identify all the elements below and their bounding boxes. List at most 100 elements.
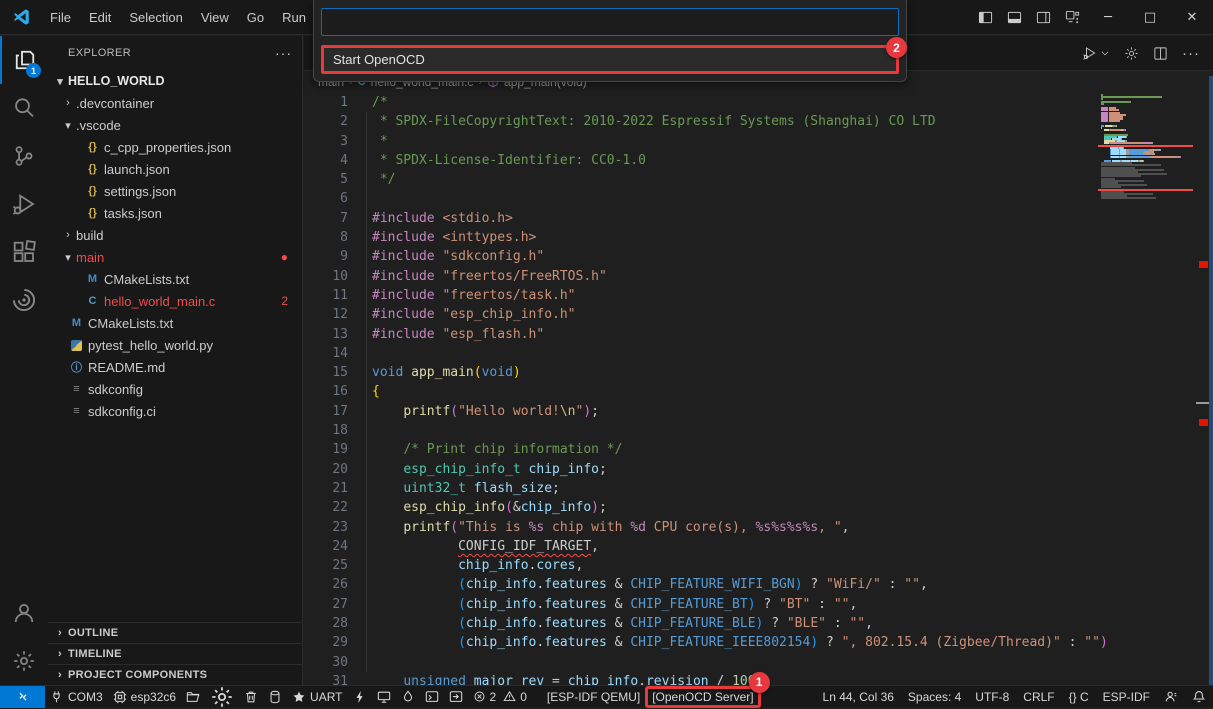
statusbar-build-flash-monitor[interactable] <box>396 686 420 708</box>
statusbar-serial-port[interactable]: COM3 <box>45 686 108 708</box>
code-line-7: 7#include <stdio.h> <box>304 209 1213 228</box>
toggle-primary-sidebar-icon[interactable] <box>971 5 1000 30</box>
statusbar-language-mode[interactable]: {} C <box>1062 686 1096 708</box>
section-outline[interactable]: ›OUTLINE <box>48 622 302 643</box>
tree-item-build[interactable]: ›build <box>48 224 302 246</box>
line-number: 6 <box>304 189 348 208</box>
json-file-icon: {} <box>84 163 101 175</box>
statusbar-eol-sequence[interactable]: CRLF <box>1016 686 1061 708</box>
statusbar-idf-terminal[interactable] <box>420 686 444 708</box>
code-line-16: 16{ <box>304 382 1213 401</box>
activity-accounts[interactable] <box>0 589 48 637</box>
statusbar-project-folder[interactable] <box>181 686 205 708</box>
tree-item-settings.json[interactable]: {}settings.json <box>48 180 302 202</box>
remote-indicator[interactable] <box>0 686 45 708</box>
tree-item-sdkconfig.ci[interactable]: ≡sdkconfig.ci <box>48 400 302 422</box>
activity-search[interactable] <box>0 84 48 132</box>
close-button[interactable]: ✕ <box>1171 0 1213 34</box>
code-line-18: 18 <box>304 421 1213 440</box>
warning-icon <box>503 690 516 703</box>
problems-indicator[interactable]: 20 <box>468 686 532 708</box>
config-file-icon: ≡ <box>68 383 85 395</box>
customize-layout-icon[interactable] <box>1058 5 1087 30</box>
line-number: 25 <box>304 556 348 575</box>
code-line-8: 8#include <inttypes.h> <box>304 228 1213 247</box>
menu-bar: FileEditSelectionViewGoRun <box>41 6 315 29</box>
toggle-secondary-sidebar-icon[interactable] <box>1029 5 1058 30</box>
activity-espressif-idf[interactable] <box>0 276 48 324</box>
tree-item-label: tasks.json <box>104 206 162 221</box>
maximize-button[interactable]: □ <box>1129 0 1171 34</box>
split-editor-icon[interactable] <box>1148 42 1173 65</box>
statusbar-flash[interactable] <box>348 686 372 708</box>
statusbar-erase-flash[interactable] <box>263 686 287 708</box>
activity-extensions[interactable] <box>0 228 48 276</box>
json-file-icon: {} <box>84 141 101 153</box>
tree-item-hello_world_main.c[interactable]: Chello_world_main.c2 <box>48 290 302 312</box>
tree-item-pytest_hello_world.py[interactable]: pytest_hello_world.py <box>48 334 302 356</box>
line-number: 14 <box>304 344 348 363</box>
code-line-23: 23 printf("This is %s chip with %d CPU c… <box>304 518 1213 537</box>
run-or-debug-button[interactable] <box>1077 41 1115 65</box>
status-bar: COM3esp32c6 UART 20 [ESP-IDF QEMU] [OpenO… <box>0 685 1213 707</box>
statusbar-sdk-configuration[interactable] <box>205 686 239 708</box>
tree-item-c_cpp_properties.json[interactable]: {}c_cpp_properties.json <box>48 136 302 158</box>
code-viewport[interactable]: 1/*2 * SPDX-FileCopyrightText: 2010-2022… <box>304 93 1213 685</box>
activity-explorer[interactable]: 1 <box>0 36 48 84</box>
statusbar-cursor-position[interactable]: Ln 44, Col 36 <box>816 686 901 708</box>
tree-item-README.md[interactable]: ⓘREADME.md <box>48 356 302 378</box>
tree-item-label: .vscode <box>76 118 121 133</box>
activity-run-and-debug[interactable] <box>0 180 48 228</box>
statusbar-custom-task[interactable] <box>444 686 468 708</box>
tree-item-main[interactable]: ▾main● <box>48 246 302 268</box>
statusbar-monitor[interactable] <box>372 686 396 708</box>
statusbar-flash-method[interactable]: UART <box>287 686 347 708</box>
tree-item-.vscode[interactable]: ▾.vscode <box>48 114 302 136</box>
minimize-button[interactable]: ─ <box>1087 0 1129 34</box>
tree-item-label: pytest_hello_world.py <box>88 338 213 353</box>
minimap-line <box>1101 96 1162 98</box>
statusbar-notifications[interactable] <box>1185 686 1213 708</box>
line-number: 23 <box>304 518 348 537</box>
line-number: 12 <box>304 305 348 324</box>
activity-manage[interactable] <box>0 637 48 685</box>
command-palette-input[interactable] <box>321 8 899 36</box>
code-line-12: 12#include "esp_chip_info.h" <box>304 305 1213 324</box>
activity-source-control[interactable] <box>0 132 48 180</box>
statusbar-indentation[interactable]: Spaces: 4 <box>901 686 968 708</box>
menu-file[interactable]: File <box>41 6 80 29</box>
openocd-server-item[interactable]: [OpenOCD Server] <box>652 690 753 704</box>
annotation-badge-2: 2 <box>886 37 907 58</box>
code-line-19: 19 /* Print chip information */ <box>304 440 1213 459</box>
editor-settings-gear-icon[interactable] <box>1119 42 1144 65</box>
menu-selection[interactable]: Selection <box>120 6 191 29</box>
toggle-panel-icon[interactable] <box>1000 5 1029 30</box>
tree-root-hello-world[interactable]: ▾ HELLO_WORLD <box>48 70 302 92</box>
menu-run[interactable]: Run <box>273 6 315 29</box>
section-timeline[interactable]: ›TIMELINE <box>48 643 302 664</box>
tree-item-.devcontainer[interactable]: ›.devcontainer <box>48 92 302 114</box>
statusbar-device-target[interactable]: esp32c6 <box>108 686 181 708</box>
statusbar-encoding[interactable]: UTF-8 <box>968 686 1016 708</box>
code-line-29: 29 (chip_info.features & CHIP_FEATURE_IE… <box>304 633 1213 652</box>
menu-go[interactable]: Go <box>238 6 273 29</box>
section-project-components[interactable]: ›PROJECT COMPONENTS <box>48 664 302 685</box>
code-line-1: 1/* <box>304 93 1213 112</box>
tree-item-CMakeLists.txt[interactable]: MCMakeLists.txt <box>48 268 302 290</box>
statusbar-full-clean[interactable] <box>239 686 263 708</box>
line-number: 7 <box>304 209 348 228</box>
tree-item-CMakeLists.txt[interactable]: MCMakeLists.txt <box>48 312 302 334</box>
menu-edit[interactable]: Edit <box>80 6 120 29</box>
explorer-more-actions-icon[interactable]: ··· <box>275 45 292 61</box>
tree-item-sdkconfig[interactable]: ≡sdkconfig <box>48 378 302 400</box>
menu-view[interactable]: View <box>192 6 238 29</box>
tree-item-launch.json[interactable]: {}launch.json <box>48 158 302 180</box>
statusbar-esp-idf-extension[interactable]: ESP-IDF <box>1096 686 1157 708</box>
tree-item-tasks.json[interactable]: {}tasks.json <box>48 202 302 224</box>
esp-idf-qemu-item[interactable]: [ESP-IDF QEMU] <box>542 686 645 708</box>
explorer-badge: 1 <box>26 63 41 78</box>
bell-icon <box>1192 690 1206 704</box>
statusbar-feedback[interactable] <box>1157 686 1185 708</box>
palette-item-start-openocd[interactable]: Start OpenOCD <box>324 48 896 71</box>
code-line-6: 6 <box>304 189 1213 208</box>
